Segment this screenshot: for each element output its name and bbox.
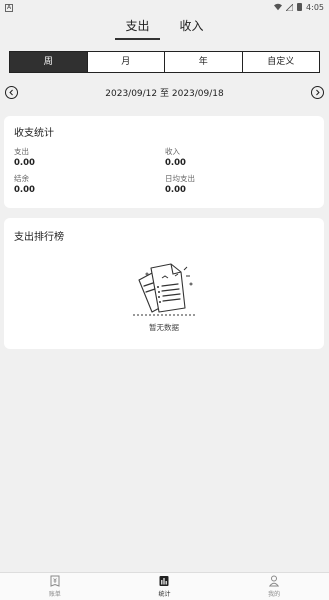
next-period-button[interactable] <box>311 85 324 99</box>
period-week[interactable]: 周 <box>10 52 88 72</box>
receipt-icon <box>50 575 60 587</box>
stat-label: 日均支出 <box>165 174 195 183</box>
stats-card: 收支统计 支出 0.00 收入 0.00 结余 0.00 日均支出 0.00 <box>4 116 324 208</box>
bottom-nav: 账单 统计 我的 <box>0 572 329 600</box>
chart-icon <box>159 576 169 586</box>
nav-label: 我的 <box>268 591 281 598</box>
ranking-card: 支出排行榜 暂无数据 <box>4 218 324 349</box>
chevron-left-icon <box>9 89 13 95</box>
stat-label: 结余 <box>14 174 29 183</box>
stat-daily-average: 日均支出 0.00 <box>165 174 316 196</box>
nav-item-stats[interactable]: 统计 <box>134 575 194 598</box>
nav-label: 账单 <box>48 591 61 598</box>
empty-document-icon <box>133 263 195 316</box>
nav-label: 统计 <box>158 591 171 598</box>
stat-expense: 支出 0.00 <box>14 147 165 169</box>
stat-label: 支出 <box>14 147 29 156</box>
status-bar: A 4:05 <box>0 0 329 14</box>
stat-label: 收入 <box>165 147 180 156</box>
period-month[interactable]: 月 <box>88 52 165 72</box>
status-left: A <box>5 2 13 12</box>
stats-grid: 支出 0.00 收入 0.00 结余 0.00 日均支出 0.00 <box>14 147 314 196</box>
date-navigator: 2023/09/12 至 2023/09/18 <box>0 82 329 102</box>
person-icon <box>269 575 280 587</box>
period-year[interactable]: 年 <box>165 52 243 72</box>
stat-value: 0.00 <box>165 158 186 168</box>
ranking-card-title: 支出排行榜 <box>14 232 64 243</box>
stats-card-title: 收支统计 <box>14 128 54 139</box>
tab-income[interactable]: 收入 <box>176 18 208 40</box>
chevron-right-icon <box>316 89 320 95</box>
stat-value: 0.00 <box>165 185 186 195</box>
stat-income: 收入 0.00 <box>165 147 316 169</box>
tab-expense[interactable]: 支出 <box>115 18 160 40</box>
stat-value: 0.00 <box>14 185 35 195</box>
period-custom[interactable]: 自定义 <box>243 52 320 72</box>
battery-icon <box>297 3 303 11</box>
prev-period-button[interactable] <box>5 85 18 99</box>
status-right: 4:05 <box>274 3 324 12</box>
period-selector: 周 月 年 自定义 <box>9 51 320 73</box>
app-notification-icon: A <box>5 4 13 12</box>
wifi-icon <box>274 3 283 11</box>
stat-value: 0.00 <box>14 158 35 168</box>
signal-icon <box>286 3 294 11</box>
date-range-label: 2023/09/12 至 2023/09/18 <box>105 88 224 99</box>
stat-balance: 结余 0.00 <box>14 174 165 196</box>
type-tabs: 支出 收入 <box>0 18 329 40</box>
nav-item-profile[interactable]: 我的 <box>244 575 304 598</box>
empty-state-text: 暂无数据 <box>149 323 179 332</box>
nav-item-bills[interactable]: 账单 <box>25 575 85 598</box>
status-time: 4:05 <box>306 2 324 12</box>
